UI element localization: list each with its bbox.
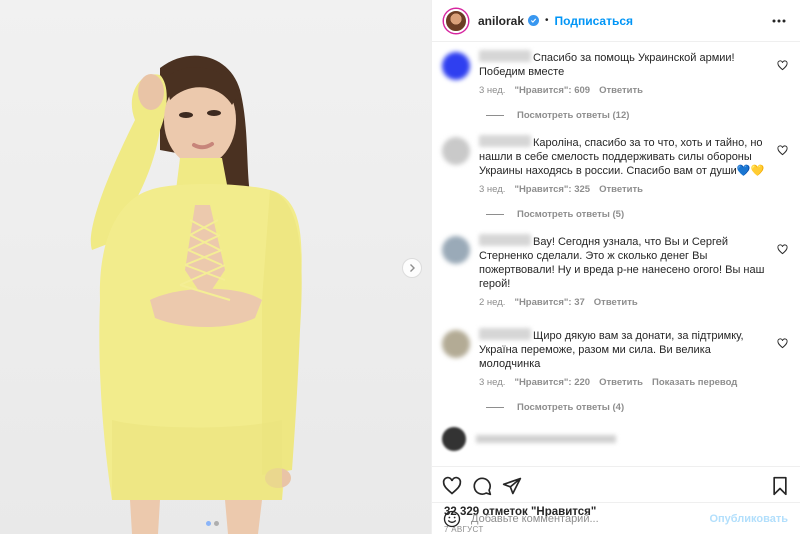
comment-time[interactable]: 3 нед.	[479, 377, 505, 388]
emoji-icon[interactable]	[443, 510, 461, 528]
commenter-name-blurred[interactable]	[479, 328, 531, 340]
comment-time[interactable]: 2 нед.	[479, 297, 505, 308]
comment-time[interactable]: 3 нед.	[479, 184, 505, 195]
comment-item: Каролiна, спасибо за то что, хоть и тайн…	[442, 135, 788, 195]
bookmark-icon[interactable]	[770, 476, 790, 496]
like-heart-icon[interactable]	[442, 476, 462, 496]
carousel-dot[interactable]	[206, 521, 211, 526]
add-comment-bar: Опубликовать	[431, 502, 800, 534]
comment-likes[interactable]: "Нравится": 220	[514, 377, 590, 388]
verified-badge-icon	[528, 15, 540, 26]
username[interactable]: anilorak	[478, 14, 524, 28]
next-slide-button[interactable]	[402, 258, 422, 278]
avatar[interactable]	[444, 8, 468, 33]
post-header: anilorak • Подписаться	[432, 0, 800, 42]
view-replies-label: Посмотреть ответы (5)	[517, 209, 625, 220]
commenter-name-blurred[interactable]	[479, 50, 531, 62]
share-icon[interactable]	[502, 476, 522, 496]
reply-button[interactable]: Ответить	[599, 85, 643, 96]
heart-icon[interactable]	[777, 145, 788, 156]
commenter-avatar[interactable]	[442, 330, 470, 358]
commenter-avatar[interactable]	[442, 236, 470, 264]
view-replies-label: Посмотреть ответы (4)	[517, 402, 625, 413]
more-options-icon[interactable]	[772, 14, 786, 28]
post-side-panel: anilorak • Подписаться Спасибо за помощь…	[431, 0, 800, 534]
heart-icon[interactable]	[777, 60, 788, 71]
instagram-post: anilorak • Подписаться Спасибо за помощь…	[0, 0, 800, 534]
comment-item: Спасибо за помощь Украинской армии! Побе…	[442, 50, 788, 96]
reply-button[interactable]: Ответить	[599, 184, 643, 195]
post-actions	[432, 466, 800, 504]
separator: •	[545, 15, 549, 26]
heart-icon[interactable]	[777, 244, 788, 255]
view-replies-label: Посмотреть ответы (12)	[517, 110, 630, 121]
view-replies-button[interactable]: Посмотреть ответы (5)	[486, 209, 788, 220]
view-replies-button[interactable]: Посмотреть ответы (12)	[486, 110, 788, 121]
comment-item: Вау! Сегодня узнала, что Вы и Сергей Сте…	[442, 234, 788, 308]
comment-icon[interactable]	[472, 476, 492, 496]
reply-button[interactable]: Ответить	[594, 297, 638, 308]
carousel-dot[interactable]	[214, 521, 219, 526]
comment-item: Щиро дякую вам за донати, за підтримку, …	[442, 328, 788, 388]
comment-likes[interactable]: "Нравится": 325	[514, 184, 590, 195]
publish-button[interactable]: Опубликовать	[709, 513, 788, 525]
commenter-avatar[interactable]	[442, 52, 470, 80]
carousel-dots	[206, 521, 219, 526]
reply-button[interactable]: Ответить	[599, 377, 643, 388]
chevron-right-icon	[410, 264, 415, 272]
comment-input[interactable]	[471, 512, 710, 525]
comment-time[interactable]: 3 нед.	[479, 85, 505, 96]
comment-likes[interactable]: "Нравится": 37	[514, 297, 584, 308]
post-photo	[90, 55, 302, 534]
commenter-name-blurred[interactable]	[479, 135, 531, 147]
post-media	[0, 0, 431, 534]
commenter-avatar[interactable]	[442, 137, 470, 165]
heart-icon[interactable]	[777, 338, 788, 349]
follow-button[interactable]: Подписаться	[555, 14, 633, 28]
partial-comment	[442, 427, 788, 451]
show-translation-button[interactable]: Показать перевод	[652, 377, 737, 388]
view-replies-button[interactable]: Посмотреть ответы (4)	[486, 402, 788, 413]
commenter-name-blurred[interactable]	[479, 234, 531, 246]
comment-likes[interactable]: "Нравится": 609	[514, 85, 590, 96]
comments-list[interactable]: Спасибо за помощь Украинской армии! Побе…	[432, 42, 800, 466]
